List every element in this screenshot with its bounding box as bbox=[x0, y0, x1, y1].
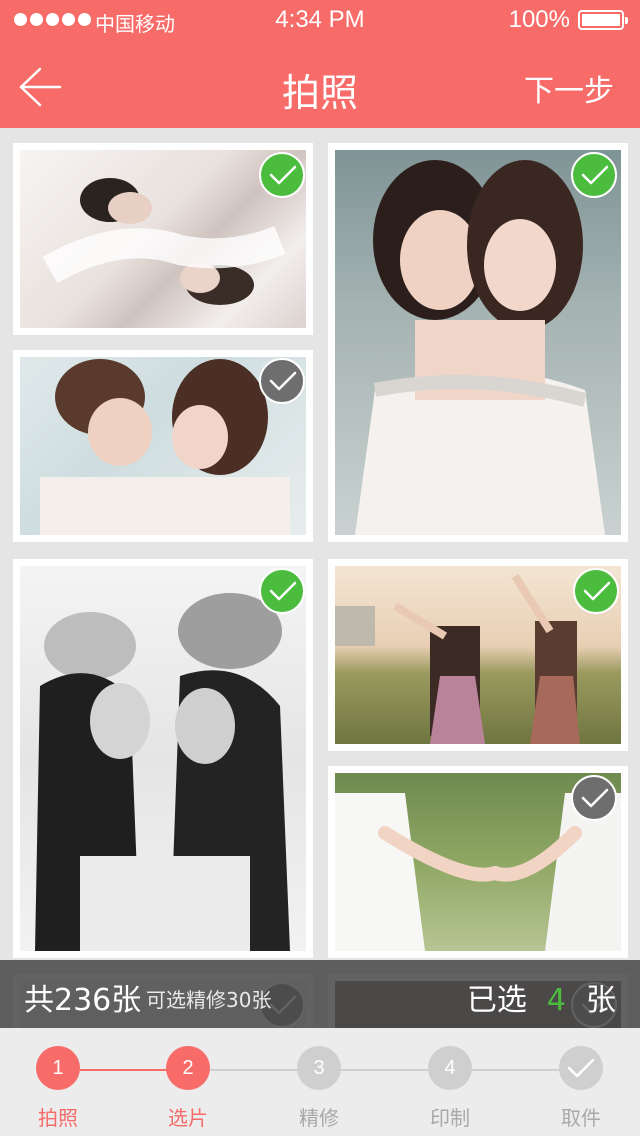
selection-check-icon[interactable] bbox=[259, 568, 305, 614]
battery-percent: 100% bbox=[508, 6, 570, 33]
step-number: 2 bbox=[166, 1046, 210, 1090]
step-label: 拍照 bbox=[38, 1106, 78, 1130]
photo-card[interactable] bbox=[13, 350, 313, 542]
step-label: 印制 bbox=[430, 1106, 470, 1130]
step-5[interactable]: 取件 bbox=[536, 1046, 626, 1131]
status-bar: 中国移动 4:34 PM 100% bbox=[0, 0, 640, 40]
selection-check-icon[interactable] bbox=[571, 775, 617, 821]
selected-count: 已选 4 张 bbox=[467, 975, 616, 1019]
photo-card[interactable] bbox=[328, 766, 628, 958]
top-bar: 中国移动 4:34 PM 100% 拍照 下一步 bbox=[0, 0, 640, 128]
progress-steps: 1 拍照 2 选片 3 精修 4 印制 取件 bbox=[0, 1028, 640, 1136]
selected-suffix: 张 bbox=[586, 983, 616, 1018]
total-count: 共236张 bbox=[24, 983, 142, 1018]
selection-check-icon[interactable] bbox=[259, 152, 305, 198]
photo-card[interactable] bbox=[328, 559, 628, 751]
step-1[interactable]: 1 拍照 bbox=[13, 1046, 103, 1131]
selection-check-icon[interactable] bbox=[571, 152, 617, 198]
step-3[interactable]: 3 精修 bbox=[274, 1046, 364, 1131]
next-step-button[interactable]: 下一步 bbox=[524, 66, 614, 110]
photo-card[interactable] bbox=[328, 143, 628, 542]
step-label: 选片 bbox=[168, 1106, 208, 1130]
selection-summary-bar: 共236张 可选精修30张 已选 4 张 bbox=[0, 960, 640, 1028]
selection-check-icon[interactable] bbox=[573, 568, 619, 614]
step-connector bbox=[210, 1069, 580, 1071]
step-number: 3 bbox=[297, 1046, 341, 1090]
photo-card[interactable] bbox=[13, 559, 313, 958]
battery-icon bbox=[578, 10, 628, 30]
photo bbox=[335, 150, 621, 535]
photo bbox=[20, 566, 306, 951]
step-number: 1 bbox=[36, 1046, 80, 1090]
selection-check-icon[interactable] bbox=[259, 358, 305, 404]
step-label: 取件 bbox=[561, 1106, 601, 1130]
retouch-quota: 可选精修30张 bbox=[146, 988, 272, 1012]
step-number: 4 bbox=[428, 1046, 472, 1090]
step-4[interactable]: 4 印制 bbox=[405, 1046, 495, 1131]
photo-card[interactable] bbox=[13, 143, 313, 335]
selected-prefix: 已选 bbox=[466, 983, 527, 1018]
step-label: 精修 bbox=[299, 1106, 339, 1130]
step-check-icon bbox=[559, 1046, 603, 1090]
selected-number: 4 bbox=[546, 983, 566, 1018]
step-2[interactable]: 2 选片 bbox=[143, 1046, 233, 1131]
